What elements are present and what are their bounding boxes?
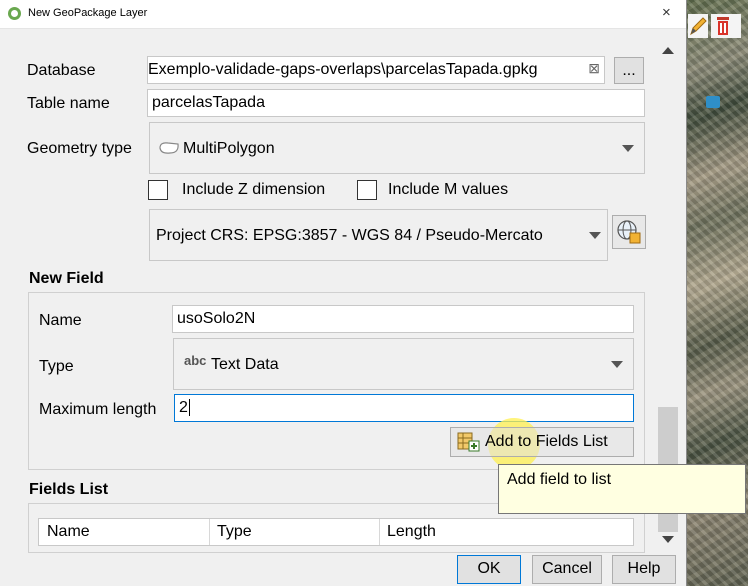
new-field-title: New Field [29, 270, 104, 287]
scroll-down-arrow-icon[interactable] [662, 536, 674, 543]
map-feature [706, 96, 720, 108]
browse-button[interactable]: ... [614, 57, 644, 84]
database-value: Exemplo-validade-gaps-overlaps\parcelasT… [148, 61, 538, 78]
include-z-checkbox[interactable] [148, 180, 168, 200]
field-type-select[interactable]: abc Text Data [173, 338, 634, 390]
crs-select[interactable]: Project CRS: EPSG:3857 - WGS 84 / Pseudo… [149, 209, 608, 261]
table-name-input[interactable]: parcelasTapada [147, 89, 645, 117]
table-name-label: Table name [27, 95, 110, 112]
select-crs-button[interactable] [612, 215, 646, 249]
column-header-type[interactable]: Type [217, 523, 252, 541]
max-length-label: Maximum length [39, 401, 157, 418]
field-name-input[interactable]: usoSolo2N [172, 305, 634, 333]
database-label: Database [27, 62, 96, 79]
ok-button[interactable]: OK [457, 555, 521, 584]
text-cursor [188, 399, 190, 416]
max-length-input[interactable]: 2 [174, 394, 634, 422]
window-title: New GeoPackage Layer [28, 7, 148, 19]
crs-value: Project CRS: EPSG:3857 - WGS 84 / Pseudo… [156, 227, 543, 244]
column-header-name[interactable]: Name [47, 523, 90, 541]
cancel-button[interactable]: Cancel [532, 555, 602, 584]
add-to-fields-list-button[interactable]: Add to Fields List [450, 427, 634, 457]
column-header-length[interactable]: Length [387, 523, 436, 541]
chevron-down-icon [622, 145, 634, 152]
tooltip-text: Add field to list [507, 471, 612, 488]
geometry-type-label: Geometry type [27, 140, 132, 157]
text-type-icon: abc [184, 353, 207, 368]
title-bar: New GeoPackage Layer × [0, 0, 686, 29]
chevron-down-icon [589, 232, 601, 239]
scroll-up-arrow-icon[interactable] [662, 47, 674, 54]
close-button[interactable]: × [662, 4, 671, 21]
max-length-value: 2 [179, 399, 188, 416]
tooltip: Add field to list [498, 464, 746, 514]
field-name-label: Name [39, 312, 82, 329]
fields-list-title: Fields List [29, 481, 109, 498]
add-to-fields-list-label: Add to Fields List [485, 433, 608, 450]
geometry-type-select[interactable]: MultiPolygon [149, 122, 645, 174]
include-m-checkbox[interactable] [357, 180, 377, 200]
geometry-type-value: MultiPolygon [183, 140, 275, 157]
fields-table-header: Name Type Length [38, 518, 634, 546]
include-m-label: Include M values [388, 181, 509, 198]
column-divider[interactable] [209, 519, 210, 545]
help-button[interactable]: Help [612, 555, 676, 584]
pencil-icon[interactable] [688, 14, 708, 38]
include-z-label: Include Z dimension [182, 181, 326, 198]
column-divider[interactable] [379, 519, 380, 545]
globe-crs-icon [616, 220, 642, 249]
clear-icon[interactable]: ⊠ [586, 60, 600, 77]
polygon-icon [158, 140, 180, 161]
add-field-icon [457, 431, 481, 463]
field-type-value: Text Data [211, 356, 279, 373]
trash-icon[interactable] [711, 14, 741, 38]
field-type-label: Type [39, 358, 74, 375]
chevron-down-icon [611, 361, 623, 368]
qgis-logo-icon [8, 7, 21, 20]
database-field[interactable]: Exemplo-validade-gaps-overlaps\parcelasT… [147, 56, 605, 84]
